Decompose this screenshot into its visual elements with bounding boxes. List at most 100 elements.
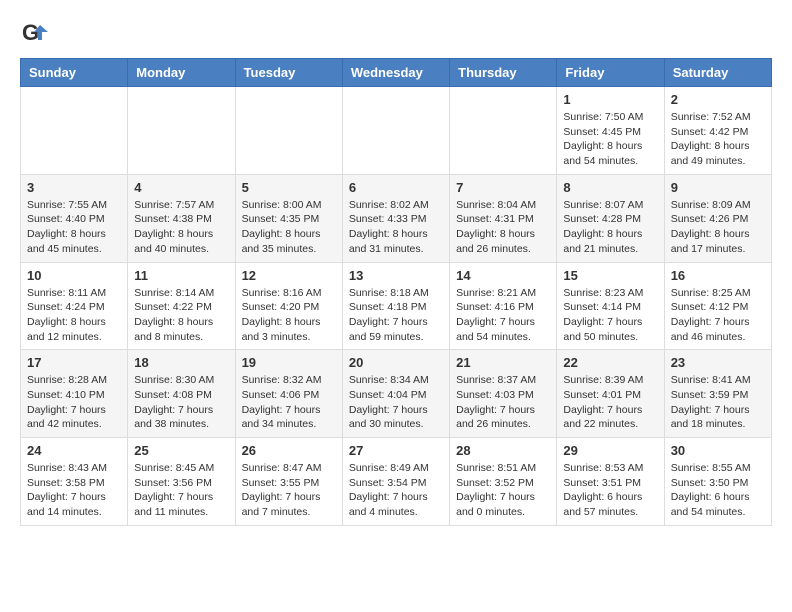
calendar-day-cell: 20Sunrise: 8:34 AM Sunset: 4:04 PM Dayli… xyxy=(342,350,449,438)
calendar-week-row: 24 Sunrise: 8:43 AM Sunset: 3:58 PM Dayli… xyxy=(21,438,772,526)
day-info: Sunrise: 8:49 AM Sunset: 3:54 PM Dayligh… xyxy=(349,461,443,520)
day-number: 9 xyxy=(671,180,765,195)
day-number: 30 xyxy=(671,443,765,458)
day-number: 27 xyxy=(349,443,443,458)
calendar-day-cell: 23Sunrise: 8:41 AM Sunset: 3:59 PM Dayli… xyxy=(664,350,771,438)
calendar-day-cell xyxy=(21,87,128,175)
day-info: Sunrise: 8:32 AM Sunset: 4:06 PM Dayligh… xyxy=(242,373,336,432)
day-number: 29 xyxy=(563,443,657,458)
day-info: Sunrise: 8:21 AM Sunset: 4:16 PM Dayligh… xyxy=(456,286,550,345)
day-number: 26 xyxy=(242,443,336,458)
calendar-day-cell xyxy=(450,87,557,175)
day-number: 4 xyxy=(134,180,228,195)
day-number: 12 xyxy=(242,268,336,283)
day-info: Sunrise: 8:18 AM Sunset: 4:18 PM Dayligh… xyxy=(349,286,443,345)
calendar-week-row: 10 Sunrise: 8:11 AM Sunset: 4:24 PM Dayli… xyxy=(21,262,772,350)
logo: G xyxy=(20,20,52,48)
day-info: Sunrise: 8:47 AM Sunset: 3:55 PM Dayligh… xyxy=(242,461,336,520)
day-number: 20 xyxy=(349,355,443,370)
svg-text:G: G xyxy=(22,20,39,45)
calendar-day-cell: 16 Sunrise: 8:25 AM Sunset: 4:12 PM Dayli… xyxy=(664,262,771,350)
day-of-week-header: Thursday xyxy=(450,59,557,87)
calendar-week-row: 1 Sunrise: 7:50 AM Sunset: 4:45 PM Daylig… xyxy=(21,87,772,175)
day-info: Sunrise: 8:07 AM Sunset: 4:28 PM Dayligh… xyxy=(563,198,657,257)
calendar-day-cell: 18 Sunrise: 8:30 AM Sunset: 4:08 PM Dayli… xyxy=(128,350,235,438)
calendar-day-cell: 29 Sunrise: 8:53 AM Sunset: 3:51 PM Dayli… xyxy=(557,438,664,526)
calendar-day-cell: 21Sunrise: 8:37 AM Sunset: 4:03 PM Dayli… xyxy=(450,350,557,438)
day-info: Sunrise: 8:30 AM Sunset: 4:08 PM Dayligh… xyxy=(134,373,228,432)
calendar-day-cell: 14 Sunrise: 8:21 AM Sunset: 4:16 PM Dayli… xyxy=(450,262,557,350)
day-number: 14 xyxy=(456,268,550,283)
calendar-day-cell: 27 Sunrise: 8:49 AM Sunset: 3:54 PM Dayli… xyxy=(342,438,449,526)
day-info: Sunrise: 8:23 AM Sunset: 4:14 PM Dayligh… xyxy=(563,286,657,345)
day-number: 11 xyxy=(134,268,228,283)
calendar-day-cell: 2 Sunrise: 7:52 AM Sunset: 4:42 PM Daylig… xyxy=(664,87,771,175)
calendar-day-cell xyxy=(128,87,235,175)
day-number: 17 xyxy=(27,355,121,370)
day-number: 1 xyxy=(563,92,657,107)
day-number: 15 xyxy=(563,268,657,283)
day-number: 6 xyxy=(349,180,443,195)
day-info: Sunrise: 8:53 AM Sunset: 3:51 PM Dayligh… xyxy=(563,461,657,520)
calendar-day-cell: 8Sunrise: 8:07 AM Sunset: 4:28 PM Daylig… xyxy=(557,174,664,262)
calendar-day-cell: 10 Sunrise: 8:11 AM Sunset: 4:24 PM Dayli… xyxy=(21,262,128,350)
day-info: Sunrise: 8:00 AM Sunset: 4:35 PM Dayligh… xyxy=(242,198,336,257)
calendar-day-cell: 4 Sunrise: 7:57 AM Sunset: 4:38 PM Daylig… xyxy=(128,174,235,262)
calendar-day-cell: 6 Sunrise: 8:02 AM Sunset: 4:33 PM Daylig… xyxy=(342,174,449,262)
calendar-day-cell: 22 Sunrise: 8:39 AM Sunset: 4:01 PM Dayli… xyxy=(557,350,664,438)
day-info: Sunrise: 8:16 AM Sunset: 4:20 PM Dayligh… xyxy=(242,286,336,345)
calendar-day-cell: 24 Sunrise: 8:43 AM Sunset: 3:58 PM Dayli… xyxy=(21,438,128,526)
calendar-day-cell: 13 Sunrise: 8:18 AM Sunset: 4:18 PM Dayli… xyxy=(342,262,449,350)
calendar-day-cell: 30 Sunrise: 8:55 AM Sunset: 3:50 PM Dayli… xyxy=(664,438,771,526)
calendar-day-cell xyxy=(235,87,342,175)
calendar-body: 1 Sunrise: 7:50 AM Sunset: 4:45 PM Daylig… xyxy=(21,87,772,526)
day-number: 16 xyxy=(671,268,765,283)
day-info: Sunrise: 8:25 AM Sunset: 4:12 PM Dayligh… xyxy=(671,286,765,345)
calendar-header-row: SundayMondayTuesdayWednesdayThursdayFrid… xyxy=(21,59,772,87)
day-number: 5 xyxy=(242,180,336,195)
day-info: Sunrise: 8:39 AM Sunset: 4:01 PM Dayligh… xyxy=(563,373,657,432)
calendar-table: SundayMondayTuesdayWednesdayThursdayFrid… xyxy=(20,58,772,526)
day-info: Sunrise: 8:55 AM Sunset: 3:50 PM Dayligh… xyxy=(671,461,765,520)
calendar-day-cell: 3 Sunrise: 7:55 AM Sunset: 4:40 PM Daylig… xyxy=(21,174,128,262)
day-number: 25 xyxy=(134,443,228,458)
day-of-week-header: Friday xyxy=(557,59,664,87)
day-of-week-header: Tuesday xyxy=(235,59,342,87)
day-number: 28 xyxy=(456,443,550,458)
calendar-day-cell: 12 Sunrise: 8:16 AM Sunset: 4:20 PM Dayli… xyxy=(235,262,342,350)
day-info: Sunrise: 7:57 AM Sunset: 4:38 PM Dayligh… xyxy=(134,198,228,257)
day-info: Sunrise: 7:50 AM Sunset: 4:45 PM Dayligh… xyxy=(563,110,657,169)
day-number: 19 xyxy=(242,355,336,370)
day-info: Sunrise: 7:52 AM Sunset: 4:42 PM Dayligh… xyxy=(671,110,765,169)
day-number: 3 xyxy=(27,180,121,195)
day-info: Sunrise: 8:41 AM Sunset: 3:59 PM Dayligh… xyxy=(671,373,765,432)
calendar-day-cell: 1 Sunrise: 7:50 AM Sunset: 4:45 PM Daylig… xyxy=(557,87,664,175)
day-info: Sunrise: 8:37 AM Sunset: 4:03 PM Dayligh… xyxy=(456,373,550,432)
day-info: Sunrise: 8:02 AM Sunset: 4:33 PM Dayligh… xyxy=(349,198,443,257)
day-of-week-header: Saturday xyxy=(664,59,771,87)
day-number: 13 xyxy=(349,268,443,283)
day-number: 2 xyxy=(671,92,765,107)
day-info: Sunrise: 8:09 AM Sunset: 4:26 PM Dayligh… xyxy=(671,198,765,257)
calendar-day-cell: 26 Sunrise: 8:47 AM Sunset: 3:55 PM Dayli… xyxy=(235,438,342,526)
day-of-week-header: Sunday xyxy=(21,59,128,87)
calendar-week-row: 3 Sunrise: 7:55 AM Sunset: 4:40 PM Daylig… xyxy=(21,174,772,262)
day-info: Sunrise: 8:43 AM Sunset: 3:58 PM Dayligh… xyxy=(27,461,121,520)
calendar-day-cell: 28 Sunrise: 8:51 AM Sunset: 3:52 PM Dayli… xyxy=(450,438,557,526)
day-number: 10 xyxy=(27,268,121,283)
calendar-week-row: 17Sunrise: 8:28 AM Sunset: 4:10 PM Dayli… xyxy=(21,350,772,438)
day-number: 22 xyxy=(563,355,657,370)
day-number: 24 xyxy=(27,443,121,458)
logo-icon: G xyxy=(20,20,48,48)
day-info: Sunrise: 7:55 AM Sunset: 4:40 PM Dayligh… xyxy=(27,198,121,257)
day-number: 18 xyxy=(134,355,228,370)
day-info: Sunrise: 8:14 AM Sunset: 4:22 PM Dayligh… xyxy=(134,286,228,345)
calendar-day-cell: 9 Sunrise: 8:09 AM Sunset: 4:26 PM Daylig… xyxy=(664,174,771,262)
day-info: Sunrise: 8:51 AM Sunset: 3:52 PM Dayligh… xyxy=(456,461,550,520)
day-info: Sunrise: 8:04 AM Sunset: 4:31 PM Dayligh… xyxy=(456,198,550,257)
calendar-day-cell: 11 Sunrise: 8:14 AM Sunset: 4:22 PM Dayli… xyxy=(128,262,235,350)
calendar-day-cell xyxy=(342,87,449,175)
calendar-day-cell: 25 Sunrise: 8:45 AM Sunset: 3:56 PM Dayli… xyxy=(128,438,235,526)
day-info: Sunrise: 8:45 AM Sunset: 3:56 PM Dayligh… xyxy=(134,461,228,520)
day-info: Sunrise: 8:11 AM Sunset: 4:24 PM Dayligh… xyxy=(27,286,121,345)
